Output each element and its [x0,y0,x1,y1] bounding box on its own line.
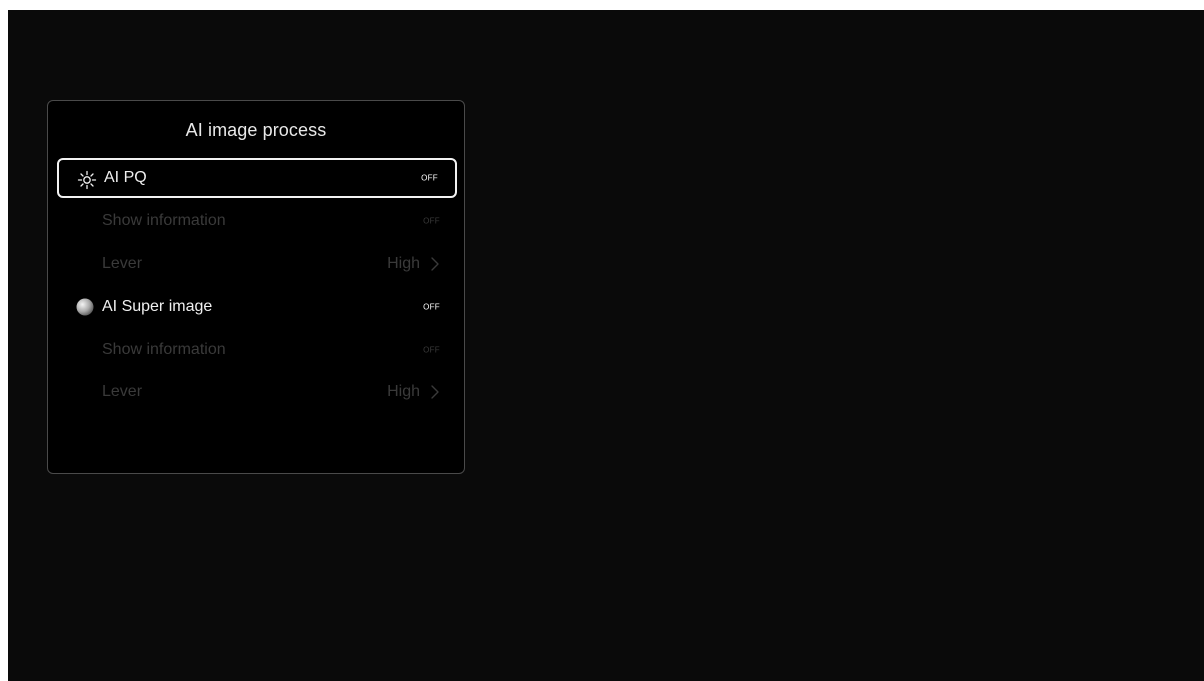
lever-label: Lever [102,255,143,272]
chevron-right-icon [431,257,439,271]
ai-pq-toggle-row[interactable]: AI PQ OFF [57,158,457,198]
show-information-status: OFF [423,345,440,355]
lever-label: Lever [102,383,143,400]
panel-title: AI image process [185,120,327,140]
sun-icon [77,170,97,190]
ai-super-image-status: OFF [423,302,440,312]
ai-pq-show-information-row: Show information OFF [57,201,457,241]
lever-value: High [387,255,420,272]
ai-super-image-toggle-row[interactable]: AI Super image OFF [57,287,457,327]
ai-pq-label: AI PQ [104,169,147,186]
show-information-label: Show information [102,341,226,358]
circle-icon [76,298,94,316]
lever-value: High [387,383,420,400]
ai-super-image-lever-row: Lever High [57,372,457,412]
ai-image-process-panel: AI image process AI PQ OFF Show informat… [47,100,465,474]
ai-pq-status: OFF [421,173,438,183]
tv-screen: AI image process AI PQ OFF Show informat… [8,10,1204,681]
show-information-status: OFF [423,216,440,226]
chevron-right-icon [431,385,439,399]
show-information-label: Show information [102,212,226,229]
ai-super-image-label: AI Super image [102,298,213,315]
ai-pq-lever-row: Lever High [57,244,457,284]
ai-super-image-show-information-row: Show information OFF [57,330,457,370]
